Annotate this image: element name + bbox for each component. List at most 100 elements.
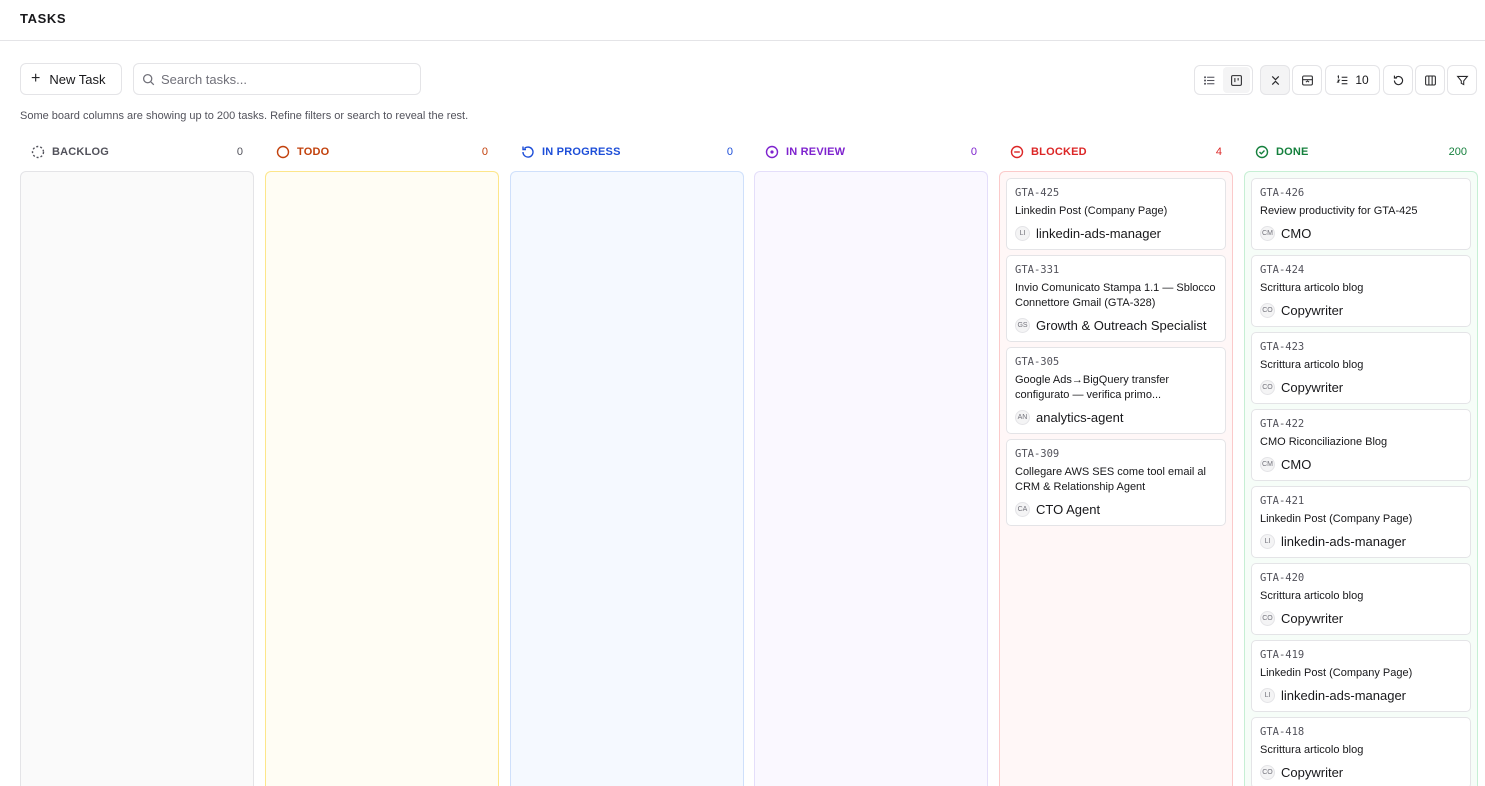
task-title: Google Ads→BigQuery transfer configurato… [1015,374,1170,401]
task-title: Linkedin Post (Company Page) [1260,667,1413,679]
task-assignee: CO Copywriter [1260,610,1462,626]
task-id: GTA-305 [1015,356,1060,368]
column-limit-notice: Some board columns are showing up to 200… [20,110,469,122]
column-count: 0 [970,146,977,158]
page-size-button[interactable]: 10 [1325,65,1380,95]
column-title: IN PROGRESS [542,146,621,158]
avatar: LI [1260,533,1275,549]
task-card[interactable]: GTA-422 CMO Riconciliazione Blog CM CMO [1251,409,1471,481]
column-body [754,171,988,786]
task-title: Linkedin Post (Company Page) [1260,513,1413,525]
task-id: GTA-423 [1260,341,1305,353]
columns-icon [1424,75,1436,85]
assignee-name: linkedin-ads-manager [1036,225,1162,241]
assignee-name: CMO [1281,225,1312,241]
column-body [20,171,254,786]
search-input[interactable] [161,71,401,87]
page-title: TASKS [20,11,67,26]
avatar: CO [1260,610,1275,626]
task-id: GTA-426 [1260,187,1305,199]
column-body: GTA-426 Review productivity for GTA-425 CM… [1244,171,1478,786]
avatar: GS [1015,317,1030,333]
task-card[interactable]: GTA-424 Scrittura articolo blog CO Copywrit… [1251,255,1471,327]
assignee-name: linkedin-ads-manager [1281,533,1407,549]
task-card[interactable]: GTA-309 Collegare AWS SES come tool email… [1006,439,1226,526]
task-assignee: LI linkedin-ads-manager [1260,687,1462,703]
collapse-button[interactable] [1260,65,1290,95]
minus-circle-icon [1010,145,1024,159]
task-title: CMO Riconciliazione Blog [1260,436,1388,448]
assignee-name: Copywriter [1281,379,1344,395]
task-card[interactable]: GTA-418 Scrittura articolo blog CO Copywrit… [1251,717,1471,786]
column-title: BACKLOG [52,146,110,158]
dot-circle-icon [765,145,779,159]
collapse-icon [1271,75,1279,85]
task-assignee: CO Copywriter [1260,379,1462,395]
column-count: 200 [1448,146,1467,158]
task-title: Scrittura articolo blog [1260,359,1364,371]
task-assignee: CM CMO [1260,225,1462,241]
task-card[interactable]: GTA-425 Linkedin Post (Company Page) LI lin… [1006,178,1226,250]
columns-button[interactable] [1415,65,1445,95]
task-id: GTA-424 [1260,264,1305,276]
column-count: 0 [726,146,733,158]
task-card[interactable]: GTA-421 Linkedin Post (Company Page) LI lin… [1251,486,1471,558]
numbered-list-icon [1336,74,1348,84]
task-id: GTA-420 [1260,572,1305,584]
task-card[interactable]: GTA-305 Google Ads→BigQuery transfer conf… [1006,347,1226,434]
column-title: TODO [297,146,330,158]
avatar: CO [1260,379,1275,395]
column-header[interactable]: BLOCKED 4 [999,140,1233,164]
assignee-name: linkedin-ads-manager [1281,687,1407,703]
task-assignee: LI linkedin-ads-manager [1260,533,1462,549]
board-view-button[interactable] [1223,67,1250,93]
column-header[interactable]: BACKLOG 0 [20,140,254,164]
avatar: LI [1015,225,1030,241]
task-card[interactable]: GTA-420 Scrittura articolo blog CO Copywrit… [1251,563,1471,635]
filter-icon [1456,75,1468,85]
column-count: 4 [1215,146,1222,158]
circle-icon [276,145,290,159]
task-id: GTA-421 [1260,495,1305,507]
archive-button[interactable] [1292,65,1322,95]
search-box[interactable] [133,63,421,95]
column-count: 0 [481,146,488,158]
list-view-button[interactable] [1196,67,1223,93]
search-icon [142,73,155,85]
column-header[interactable]: IN REVIEW 0 [754,140,988,164]
avatar: AN [1015,409,1030,425]
task-card[interactable]: GTA-331 Invio Comunicato Stampa 1.1 — Sbl… [1006,255,1226,342]
plus-icon: + [31,70,41,87]
task-title: Invio Comunicato Stampa 1.1 — Sblocco Co… [1015,282,1216,309]
column-header[interactable]: DONE 200 [1244,140,1478,164]
column-header[interactable]: TODO 0 [265,140,499,164]
assignee-name: Copywriter [1281,764,1344,780]
task-card[interactable]: GTA-423 Scrittura articolo blog CO Copywrit… [1251,332,1471,404]
archive-icon [1301,75,1313,85]
assignee-name: CTO Agent [1036,501,1101,517]
avatar: CM [1260,456,1275,472]
column-body [265,171,499,786]
assignee-name: Growth & Outreach Specialist [1036,317,1207,333]
column-body [510,171,744,786]
task-id: GTA-419 [1260,649,1305,661]
column-count: 0 [236,146,243,158]
assignee-name: analytics-agent [1036,409,1124,425]
column-header[interactable]: IN PROGRESS 0 [510,140,744,164]
filter-button[interactable] [1447,65,1477,95]
new-task-button[interactable]: + New Task [20,63,122,95]
task-id: GTA-309 [1015,448,1060,460]
page-size-value: 10 [1355,73,1369,87]
task-id: GTA-425 [1015,187,1060,199]
task-assignee: CA CTO Agent [1015,501,1217,517]
column-title: IN REVIEW [786,146,846,158]
avatar: LI [1260,687,1275,703]
refresh-button[interactable] [1383,65,1413,95]
task-title: Scrittura articolo blog [1260,744,1364,756]
kanban-icon [1231,74,1242,86]
task-card[interactable]: GTA-419 Linkedin Post (Company Page) LI lin… [1251,640,1471,712]
task-card[interactable]: GTA-426 Review productivity for GTA-425 CM… [1251,178,1471,250]
column-body: GTA-425 Linkedin Post (Company Page) LI lin… [999,171,1233,786]
top-bar: TASKS [0,0,1485,41]
list-icon [1204,75,1215,85]
